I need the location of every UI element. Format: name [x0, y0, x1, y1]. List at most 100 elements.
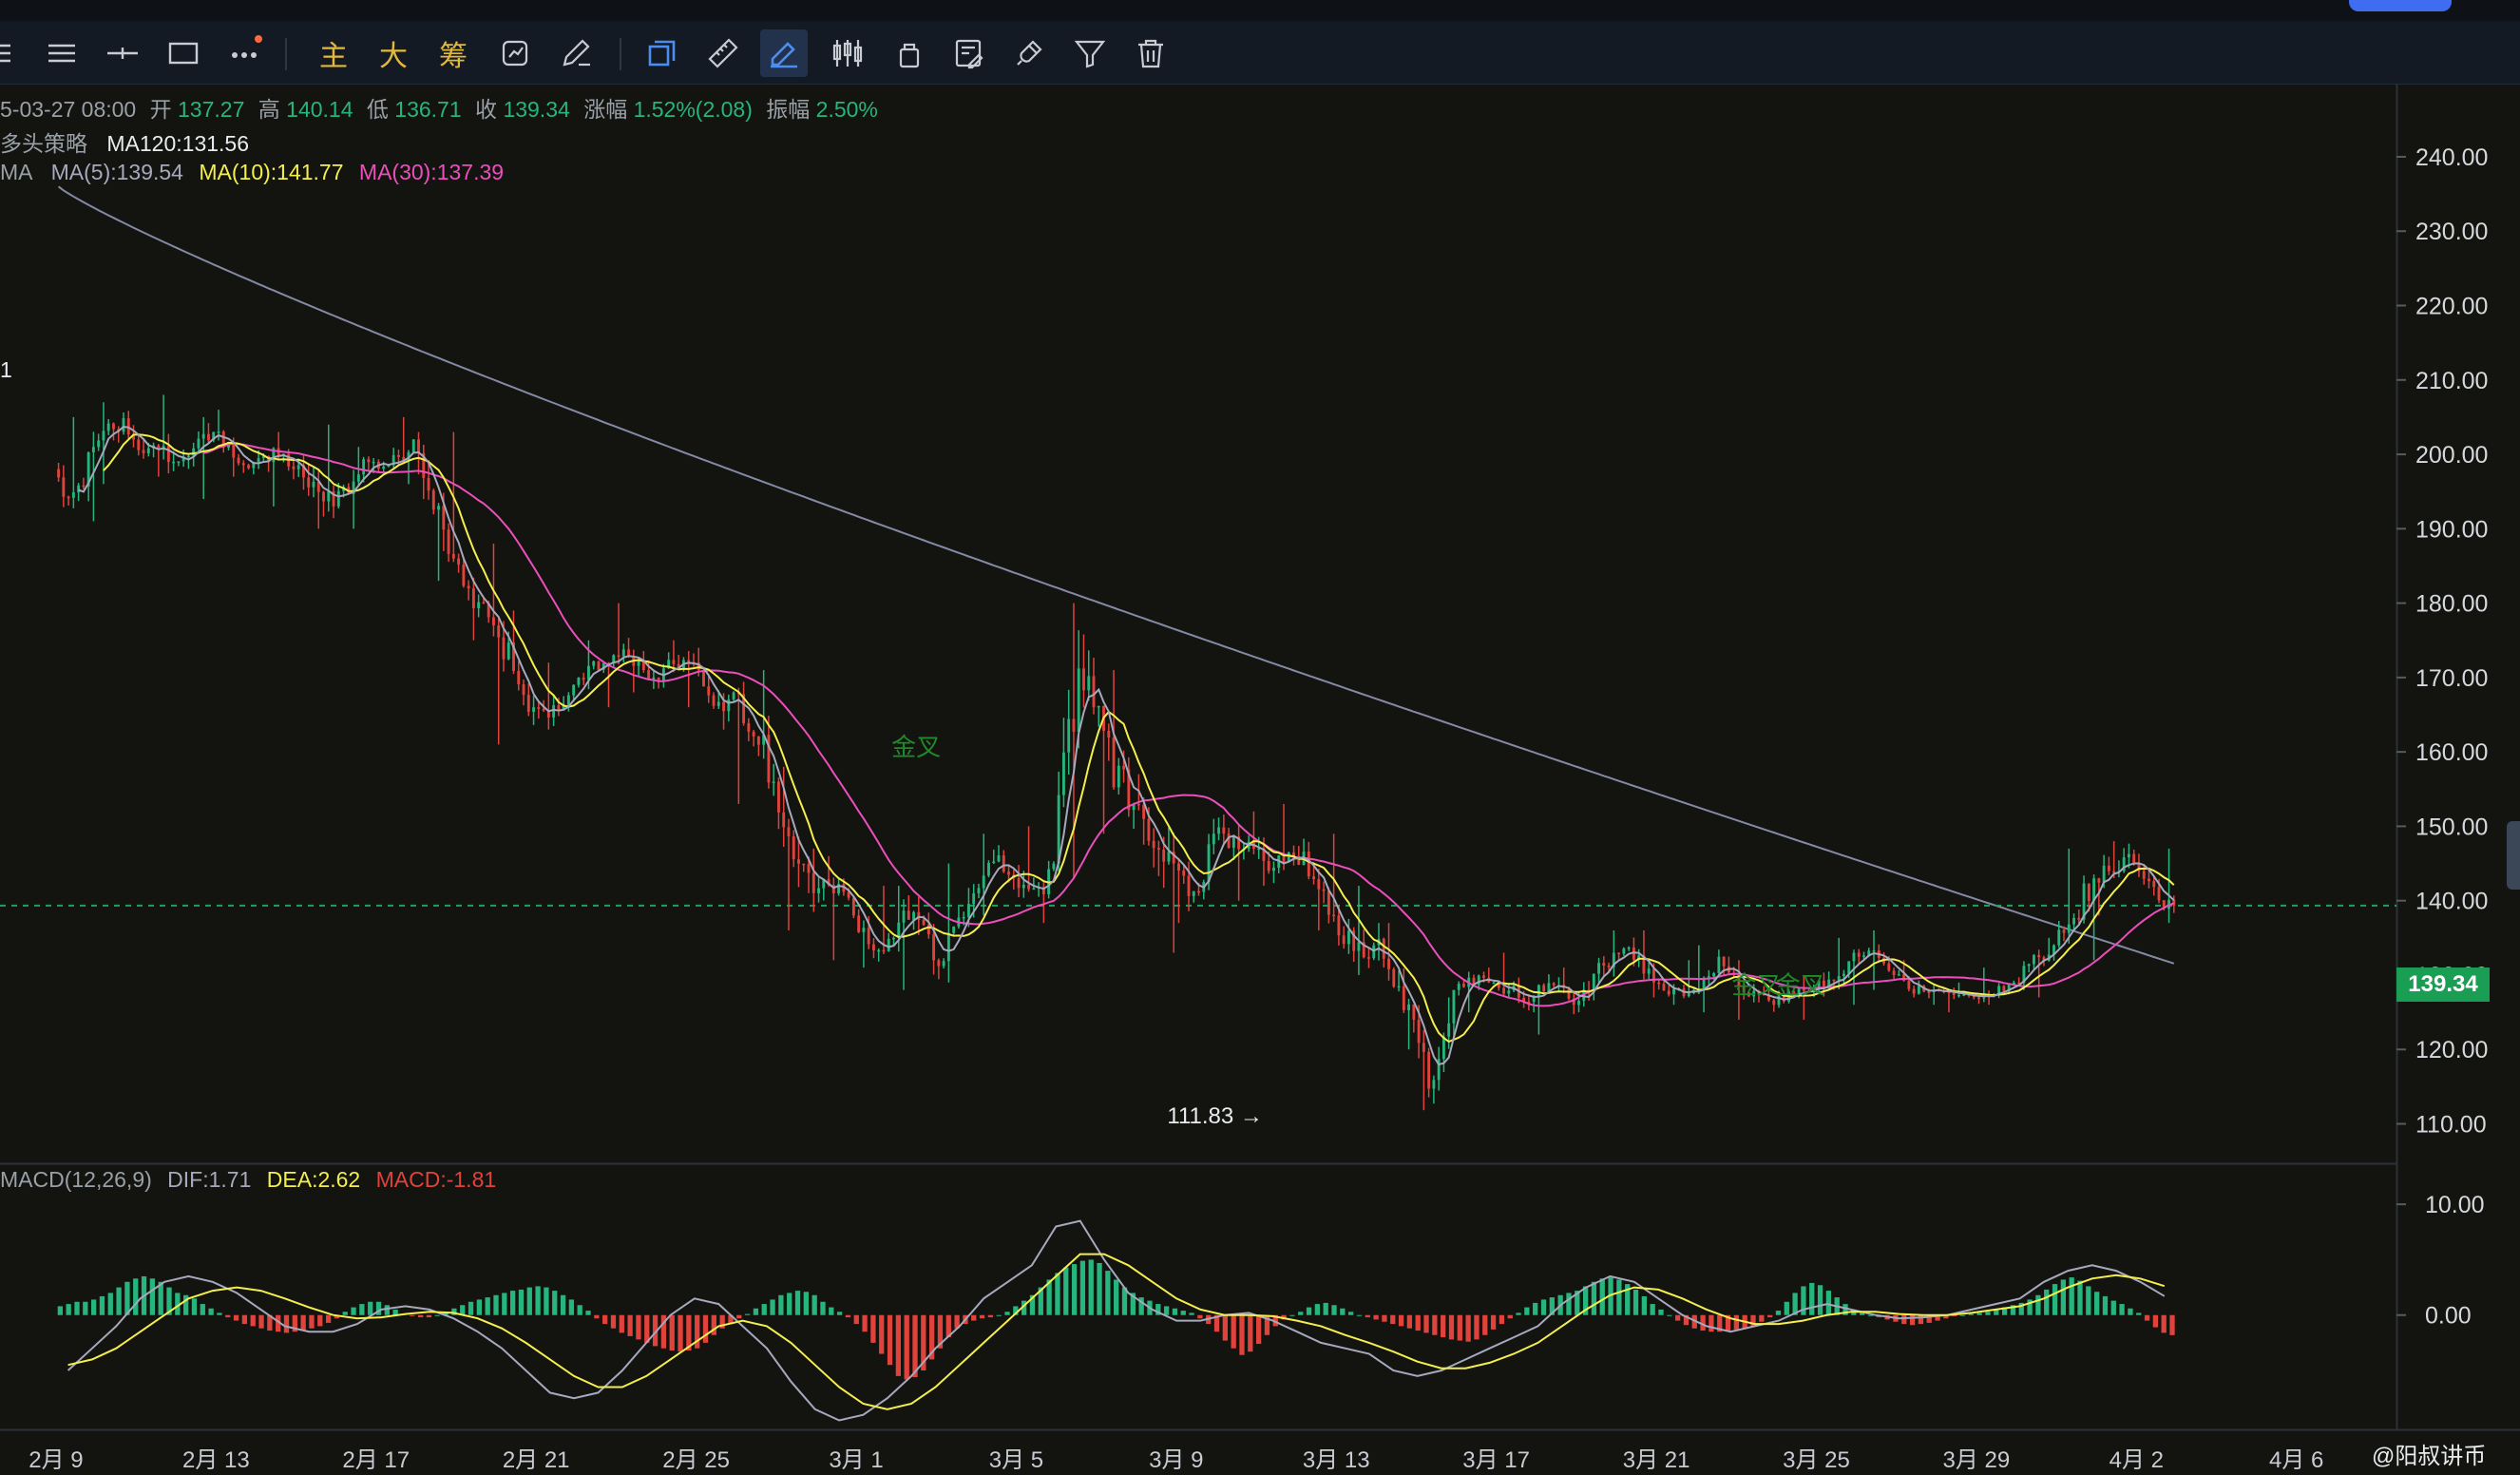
macd-histogram-bar — [811, 1294, 817, 1315]
candles-icon[interactable] — [824, 29, 871, 77]
macd-histogram-bar — [1490, 1314, 1497, 1330]
candle-body — [1112, 738, 1116, 788]
macd-histogram-bar — [753, 1308, 759, 1315]
lock-icon[interactable] — [886, 29, 933, 77]
macd-histogram-bar — [359, 1304, 365, 1315]
macd-histogram-bar — [1733, 1314, 1740, 1330]
candle-body — [397, 454, 400, 457]
pen-tool-icon[interactable] — [553, 29, 601, 77]
rectangle-tool-icon[interactable] — [160, 29, 207, 77]
candle-body — [1122, 765, 1126, 770]
copy-layer-icon[interactable] — [639, 29, 686, 77]
candle-body — [962, 917, 965, 919]
candle-body — [851, 897, 855, 916]
candle-body — [1107, 730, 1111, 738]
price-tick-label: 200.00 — [2415, 442, 2488, 469]
candle-body — [2152, 881, 2156, 888]
ruler-icon[interactable] — [699, 29, 747, 77]
macd-histogram-bar — [57, 1306, 64, 1315]
candle-body — [537, 707, 541, 709]
macd-histogram-bar — [1784, 1301, 1789, 1315]
candle-body — [367, 459, 371, 463]
chart-area[interactable]: 240.00 230.00 220.00 210.00 200.00 190.00 180.… — [0, 84, 2520, 1475]
price-tick-label: 110.00 — [2415, 1112, 2487, 1139]
candle-body — [457, 558, 461, 565]
macd-histogram-bar — [1968, 1313, 1974, 1315]
candle-body — [2067, 924, 2071, 933]
candle-body — [497, 625, 501, 638]
candle-body — [1272, 867, 1275, 872]
macd-histogram-bar — [107, 1293, 113, 1315]
candle-body — [1156, 848, 1160, 850]
macd-histogram-bar — [2077, 1280, 2083, 1315]
macd-histogram-bar — [1088, 1259, 1094, 1315]
macd-histogram-bar — [250, 1314, 256, 1327]
candle-body — [587, 665, 590, 680]
macd-histogram-bar — [1533, 1302, 1538, 1315]
macd-histogram-bar — [351, 1307, 356, 1315]
macd-histogram-bar — [836, 1312, 843, 1315]
top-accent-button[interactable] — [2349, 0, 2452, 11]
macd-histogram-bar — [434, 1314, 440, 1316]
horizontal-lines-icon[interactable] — [38, 29, 86, 77]
macd-histogram-bar — [317, 1314, 323, 1327]
time-tick-label: 3月 13 — [1303, 1447, 1370, 1473]
candle-body — [1322, 889, 1326, 891]
main-indicator-button[interactable]: 主 — [310, 29, 357, 77]
trash-icon[interactable] — [1127, 29, 1174, 77]
macd-histogram-bar — [1507, 1314, 1513, 1319]
candle-body — [937, 960, 941, 967]
candle-body — [462, 565, 466, 586]
golden-cross-marker: 金叉 — [1776, 971, 1825, 1000]
candle-body — [977, 888, 981, 893]
macd-histogram-bar — [191, 1298, 198, 1315]
candle-body — [652, 677, 656, 680]
macd-histogram-bar — [1641, 1295, 1648, 1315]
last-price-tag: 139.34 — [2396, 967, 2490, 1002]
candle-body — [336, 490, 340, 507]
cycle-switch-icon[interactable] — [491, 29, 539, 77]
ma-prefix[interactable]: MA — [0, 160, 31, 184]
macd-histogram-bar — [2110, 1300, 2116, 1315]
macd-histogram-bar — [1348, 1312, 1354, 1315]
candle-body — [2087, 883, 2090, 902]
macd-histogram-bar — [1432, 1314, 1438, 1335]
more-tools-icon[interactable] — [220, 29, 268, 77]
macd-name[interactable]: MACD(12,26,9) — [0, 1167, 152, 1192]
macd-histogram-bar — [1373, 1314, 1379, 1320]
candle-body — [1307, 852, 1310, 877]
chart-canvas[interactable]: 240.00 230.00 220.00 210.00 200.00 190.00 180.… — [0, 84, 2520, 1475]
filter-icon[interactable] — [1066, 29, 1114, 77]
macd-histogram-bar — [1423, 1314, 1429, 1333]
macd-legend-bar: MACD(12,26,9) DIF:1.71 DEA:2.62 MACD:-1.… — [0, 1167, 496, 1193]
candle-body — [776, 781, 780, 813]
price-tick-label: 160.00 — [2415, 739, 2488, 766]
brush-tool-icon[interactable] — [760, 29, 808, 77]
side-panel-handle[interactable] — [2507, 821, 2520, 890]
candle-body — [1542, 985, 1546, 992]
chip-distribution-button[interactable]: 筹 — [430, 29, 477, 77]
list-indent-icon[interactable] — [0, 29, 34, 77]
candle-body — [1182, 870, 1186, 876]
strategy-name[interactable]: 多头策略 — [0, 131, 87, 156]
candle-body — [106, 423, 110, 431]
candle-body — [1382, 938, 1385, 959]
macd-histogram-bar — [133, 1278, 139, 1315]
edit-list-icon[interactable] — [945, 29, 993, 77]
candle-body — [1457, 984, 1460, 990]
macd-histogram-bar — [535, 1286, 541, 1315]
horizontal-ray-icon[interactable] — [99, 29, 146, 77]
candle-body — [1021, 884, 1025, 889]
large-order-button[interactable]: 大 — [370, 29, 417, 77]
candle-body — [97, 440, 101, 448]
dif-line — [67, 1219, 2166, 1422]
macd-histogram-bar — [2035, 1294, 2041, 1315]
open-value: 137.27 — [178, 97, 245, 122]
macd-histogram-bar — [829, 1307, 834, 1315]
candle-body — [1032, 888, 1036, 891]
candle-body — [1212, 833, 1215, 845]
candle-body — [1432, 1080, 1436, 1089]
macd-histogram-bar — [736, 1314, 742, 1319]
magnet-icon[interactable] — [1005, 29, 1053, 77]
change-value: 1.52%(2.08) — [633, 97, 753, 122]
